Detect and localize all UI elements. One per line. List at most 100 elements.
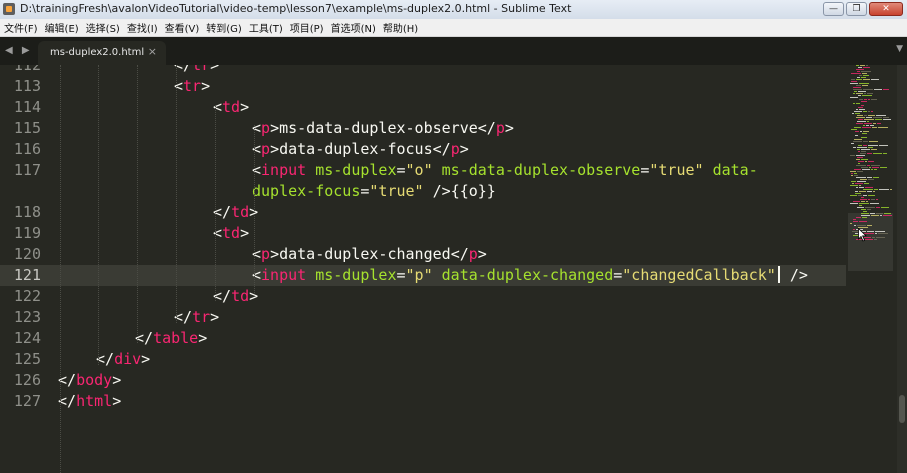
minimap-code-mark [854, 139, 862, 140]
code-token: td [222, 98, 241, 116]
menu-preferences[interactable]: 首选项(N) [327, 20, 379, 35]
menu-goto[interactable]: 转到(G) [202, 20, 245, 35]
code-line[interactable]: 118 </td> [0, 202, 846, 223]
minimap-code-mark [853, 201, 860, 202]
code-token: /> [432, 182, 451, 200]
minimap-code-mark [868, 147, 873, 148]
code-text: <input ms-duplex="p" data-duplex-changed… [252, 265, 808, 286]
minimap-code-mark [883, 153, 887, 154]
code-line[interactable]: 122 </td> [0, 286, 846, 307]
minimap-code-mark [871, 169, 873, 170]
code-token: data-duplex-changed [441, 266, 614, 284]
minimap-code-mark [868, 99, 870, 100]
minimap-code-mark [863, 89, 873, 90]
minimap-code-mark [874, 189, 878, 190]
minimap-code-mark [854, 175, 858, 176]
code-line[interactable]: 112 </tr> [0, 65, 846, 76]
code-token: p [495, 119, 505, 137]
tab-list-dropdown-icon[interactable]: ▼ [896, 44, 903, 54]
line-number: 116 [13, 140, 41, 158]
menu-file[interactable]: 文件(F) [0, 20, 41, 35]
minimap[interactable] [846, 65, 895, 473]
code-line[interactable]: 113 <tr> [0, 76, 846, 97]
minimap-code-mark [863, 75, 869, 76]
code-text: <p>ms-data-duplex-observe</p> [252, 118, 514, 139]
minimap-code-mark [854, 169, 861, 170]
code-line[interactable]: 120 <p>data-duplex-changed</p> [0, 244, 846, 265]
minimap-code-mark [866, 125, 869, 126]
minimap-code-mark [861, 167, 868, 168]
minimap-code-mark [858, 107, 863, 108]
tab-close-icon[interactable]: × [148, 45, 157, 58]
minimap-code-mark [875, 231, 885, 232]
menu-project[interactable]: 项目(P) [286, 20, 327, 35]
tab-ms-duplex2[interactable]: ms-duplex2.0.html × [38, 41, 166, 65]
scrollbar-thumb[interactable] [899, 395, 905, 423]
minimize-button[interactable]: — [823, 2, 844, 16]
minimap-code-mark [859, 83, 869, 84]
code-token: p [450, 140, 460, 158]
menu-view[interactable]: 查看(V) [161, 20, 203, 35]
code-token: p [261, 119, 271, 137]
code-line[interactable]: 117 <input ms-duplex="o" ms-data-duplex-o… [0, 160, 846, 181]
code-token: td [222, 224, 241, 242]
minimap-code-mark [857, 157, 863, 158]
code-token: > [270, 245, 280, 263]
minimap-code-mark [855, 183, 863, 184]
minimap-code-mark [856, 93, 863, 94]
code-token: /> [789, 266, 808, 284]
minimap-code-mark [859, 185, 861, 186]
mouse-pointer-icon [858, 228, 867, 242]
menu-bar: 文件(F) 编辑(E) 选择(S) 查找(I) 查看(V) 转到(G) 工具(T… [0, 19, 907, 37]
code-token: td [231, 203, 250, 221]
vertical-scrollbar[interactable] [897, 65, 907, 473]
code-line[interactable]: 124 </table> [0, 328, 846, 349]
minimap-code-mark [867, 231, 874, 232]
menu-tools[interactable]: 工具(T) [245, 20, 286, 35]
line-number: 124 [13, 329, 41, 347]
minimap-code-mark [857, 115, 863, 116]
code-line[interactable]: 127 </html> [0, 391, 846, 412]
minimap-code-mark [863, 189, 873, 190]
code-token: = [613, 266, 623, 284]
minimap-code-mark [851, 81, 857, 82]
code-line[interactable]: 121 <input ms-duplex="p" data-duplex-chan… [0, 265, 846, 286]
code-line[interactable]: 123 </tr> [0, 307, 846, 328]
menu-help[interactable]: 帮助(H) [379, 20, 421, 35]
restore-button[interactable]: ❐ [846, 2, 867, 16]
minimap-code-mark [881, 207, 889, 208]
code-text: </td> [213, 202, 258, 223]
code-token: ms-duplex [315, 266, 397, 284]
code-line[interactable]: duplex-focus="true" />{{o}} [0, 181, 846, 202]
code-line[interactable]: 119 <td> [0, 223, 846, 244]
code-line[interactable]: 115 <p>ms-data-duplex-observe</p> [0, 118, 846, 139]
minimap-code-mark [861, 105, 864, 106]
minimap-code-mark [851, 143, 854, 144]
indent-guide [98, 65, 99, 365]
minimap-code-mark [879, 145, 888, 146]
code-text: <p>data-duplex-focus</p> [252, 139, 469, 160]
code-text: <input ms-duplex="o" ms-data-duplex-obse… [252, 160, 758, 181]
code-line[interactable]: 116 <p>data-duplex-focus</p> [0, 139, 846, 160]
minimap-code-mark [884, 213, 891, 214]
minimap-code-mark [858, 195, 862, 196]
code-token: "o" [405, 161, 433, 179]
minimap-code-mark [858, 163, 860, 164]
code-line[interactable]: 126 </body> [0, 370, 846, 391]
code-editor[interactable]: 112 </tr> 113 <tr> 114 <td> 115 <p>ms-data-dupl… [0, 65, 846, 473]
minimap-code-mark [878, 233, 888, 234]
menu-selection[interactable]: 选择(S) [82, 20, 123, 35]
indent-guide [60, 65, 61, 473]
menu-edit[interactable]: 编辑(E) [41, 20, 82, 35]
minimap-code-mark [867, 153, 872, 154]
menu-find[interactable]: 查找(I) [123, 20, 161, 35]
code-line[interactable]: 114 <td> [0, 97, 846, 118]
close-window-button[interactable]: ✕ [869, 2, 903, 16]
code-token: = [396, 266, 406, 284]
minimap-code-mark [868, 145, 878, 146]
minimap-code-mark [861, 159, 868, 160]
line-number: 127 [13, 392, 41, 410]
minimap-code-mark [861, 213, 869, 214]
code-line[interactable]: 125 </div> [0, 349, 846, 370]
tab-nav-arrows-icon[interactable]: ◀ ▶ [5, 45, 33, 56]
